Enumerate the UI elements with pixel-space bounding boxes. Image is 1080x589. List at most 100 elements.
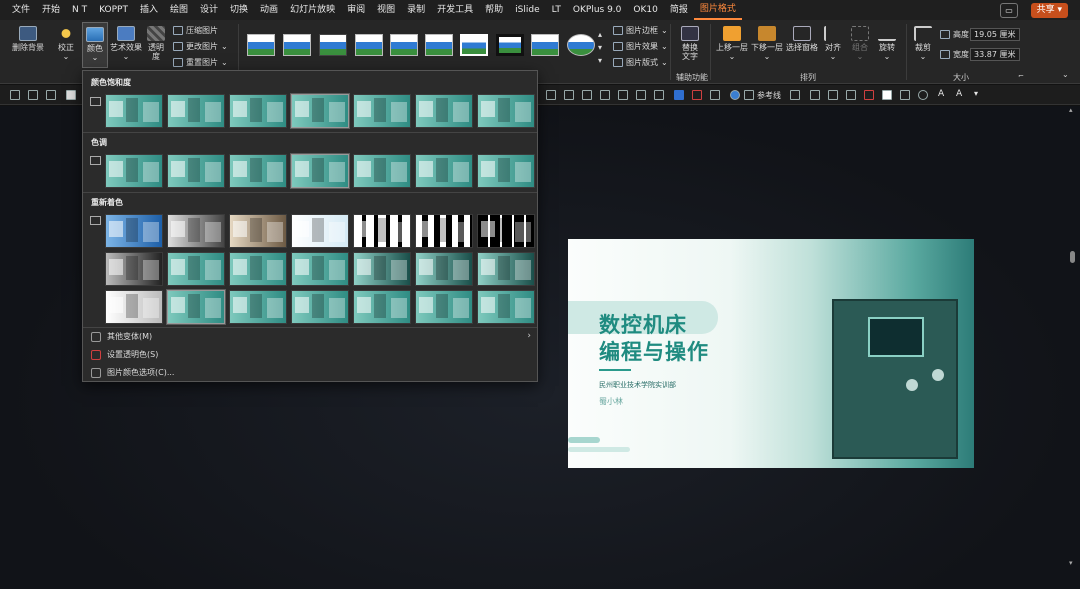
color-variant-thumb[interactable]	[415, 290, 473, 324]
toolbar-icon-19[interactable]	[846, 90, 856, 100]
color-variant-thumb[interactable]	[229, 94, 287, 128]
guides-checkbox[interactable]	[744, 90, 754, 100]
color-variant-thumb[interactable]	[229, 214, 287, 248]
scroll-down-icon[interactable]: ▾	[1069, 559, 1073, 567]
font-grow-icon[interactable]: A	[938, 89, 944, 99]
toolbar-icon-16[interactable]	[790, 90, 800, 100]
menu-item[interactable]: N T	[66, 0, 93, 20]
toolbar-icon-1[interactable]	[10, 90, 20, 100]
menu-item[interactable]: 文件	[6, 0, 36, 20]
remove-background-button[interactable]: 删除背景	[12, 26, 44, 52]
color-variant-thumb[interactable]	[477, 214, 535, 248]
scroll-up-icon[interactable]: ▴	[1069, 106, 1073, 114]
send-backward-button[interactable]: 下移一层 ⌄	[751, 26, 783, 61]
menu-item[interactable]: 简报	[664, 0, 694, 20]
picture-style-6[interactable]	[425, 34, 453, 56]
comment-button[interactable]: ▭	[1000, 3, 1018, 18]
toolbar-icon-4[interactable]	[66, 90, 76, 100]
color-variant-thumb[interactable]	[291, 214, 349, 248]
scroll-thumb[interactable]	[1070, 251, 1075, 263]
styles-scroll[interactable]: ▴ ▾ ▾	[598, 30, 602, 65]
color-variant-thumb[interactable]	[167, 252, 225, 286]
align-center-icon[interactable]	[564, 90, 574, 100]
picture-effects-button[interactable]: 图片效果 ⌄	[613, 41, 668, 52]
menu-item[interactable]: 帮助	[479, 0, 509, 20]
bring-forward-button[interactable]: 上移一层 ⌄	[716, 26, 748, 61]
color-variant-thumb[interactable]	[166, 289, 226, 325]
toolbar-icon-13[interactable]	[710, 90, 720, 100]
color-variant-thumb[interactable]	[105, 214, 163, 248]
crop-button[interactable]: 裁剪 ⌄	[914, 26, 932, 61]
picture-layout-button[interactable]: 图片版式 ⌄	[613, 57, 668, 68]
color-variant-thumb[interactable]	[167, 154, 225, 188]
color-variant-thumb[interactable]	[290, 93, 350, 129]
align-bottom-icon[interactable]	[636, 90, 646, 100]
color-variant-thumb[interactable]	[105, 94, 163, 128]
menu-item[interactable]: 开发工具	[431, 0, 479, 20]
align-top-icon[interactable]	[600, 90, 610, 100]
color-variant-thumb[interactable]	[353, 154, 411, 188]
color-variant-thumb[interactable]	[291, 252, 349, 286]
color-variant-thumb[interactable]	[353, 290, 411, 324]
color-variant-thumb[interactable]	[229, 154, 287, 188]
menu-item[interactable]: 视图	[371, 0, 401, 20]
color-variant-thumb[interactable]	[291, 290, 349, 324]
color-variant-thumb[interactable]	[415, 214, 473, 248]
picture-style-9[interactable]	[531, 34, 559, 56]
compress-pictures-button[interactable]: 压缩图片	[173, 25, 218, 36]
color-variant-thumb[interactable]	[415, 94, 473, 128]
align-middle-icon[interactable]	[618, 90, 628, 100]
picture-style-3[interactable]	[319, 34, 347, 56]
color-variant-thumb[interactable]	[415, 154, 473, 188]
color-button[interactable]: 颜色 ⌄	[82, 22, 108, 68]
reset-picture-button[interactable]: 重置图片 ⌄	[173, 57, 228, 68]
menu-item[interactable]: 幻灯片放映	[284, 0, 341, 20]
color-variant-thumb[interactable]	[105, 154, 163, 188]
align-right-icon[interactable]	[582, 90, 592, 100]
picture-border-button[interactable]: 图片边框 ⌄	[613, 25, 668, 36]
distribute-icon[interactable]	[654, 90, 664, 100]
selection-pane-button[interactable]: 选择窗格	[786, 26, 818, 52]
alt-text-button[interactable]: 替换 文字	[681, 26, 699, 61]
color-variant-thumb[interactable]	[290, 153, 350, 189]
toolbar-icon-18[interactable]	[828, 90, 838, 100]
more-variants-item[interactable]: 其他变体(M)	[91, 331, 152, 342]
menu-item[interactable]: 审阅	[341, 0, 371, 20]
menu-item[interactable]: 动画	[254, 0, 284, 20]
font-shrink-icon[interactable]: A	[956, 89, 962, 99]
picture-style-5[interactable]	[390, 34, 418, 56]
menu-item[interactable]: 设计	[194, 0, 224, 20]
color-variant-thumb[interactable]	[353, 94, 411, 128]
picture-style-10[interactable]	[567, 34, 595, 56]
height-input[interactable]: 19.05 厘米	[970, 28, 1020, 41]
color-variant-thumb[interactable]	[105, 252, 163, 286]
color-variant-thumb[interactable]	[477, 290, 535, 324]
toolbar-icon-3[interactable]	[46, 90, 56, 100]
toolbar-icon-2[interactable]	[28, 90, 38, 100]
rotate-button[interactable]: 旋转 ⌄	[878, 26, 896, 61]
line-color-icon[interactable]	[692, 90, 702, 100]
picture-style-4[interactable]	[355, 34, 383, 56]
toolbar-icon-20[interactable]	[864, 90, 874, 100]
align-left-icon[interactable]	[546, 90, 556, 100]
group-button[interactable]: 组合 ⌄	[851, 26, 869, 61]
collapse-ribbon-icon[interactable]: ⌄	[1062, 70, 1069, 79]
menu-item[interactable]: OK10	[627, 0, 663, 20]
menu-item[interactable]: 录制	[401, 0, 431, 20]
color-variant-thumb[interactable]	[105, 290, 163, 324]
color-variant-thumb[interactable]	[477, 154, 535, 188]
toolbar-icon-17[interactable]	[810, 90, 820, 100]
color-variant-thumb[interactable]	[167, 214, 225, 248]
change-picture-button[interactable]: 更改图片 ⌄	[173, 41, 228, 52]
vertical-scrollbar[interactable]: ▴ ▾	[1069, 106, 1077, 589]
share-button[interactable]: 共享 ▾	[1030, 3, 1068, 18]
color-variant-thumb[interactable]	[477, 94, 535, 128]
color-variant-thumb[interactable]	[415, 252, 473, 286]
picture-style-1[interactable]	[247, 34, 275, 56]
width-input[interactable]: 33.87 厘米	[970, 48, 1020, 61]
picture-style-2[interactable]	[283, 34, 311, 56]
color-variant-thumb[interactable]	[353, 252, 411, 286]
artistic-effects-button[interactable]: 艺术效果 ⌄	[110, 26, 142, 61]
slide-thumbnail[interactable]: 数控机床 编程与操作 民州职业技术学院实训部 蜀小林	[568, 239, 974, 468]
toolbar-icon-21[interactable]	[882, 90, 892, 100]
